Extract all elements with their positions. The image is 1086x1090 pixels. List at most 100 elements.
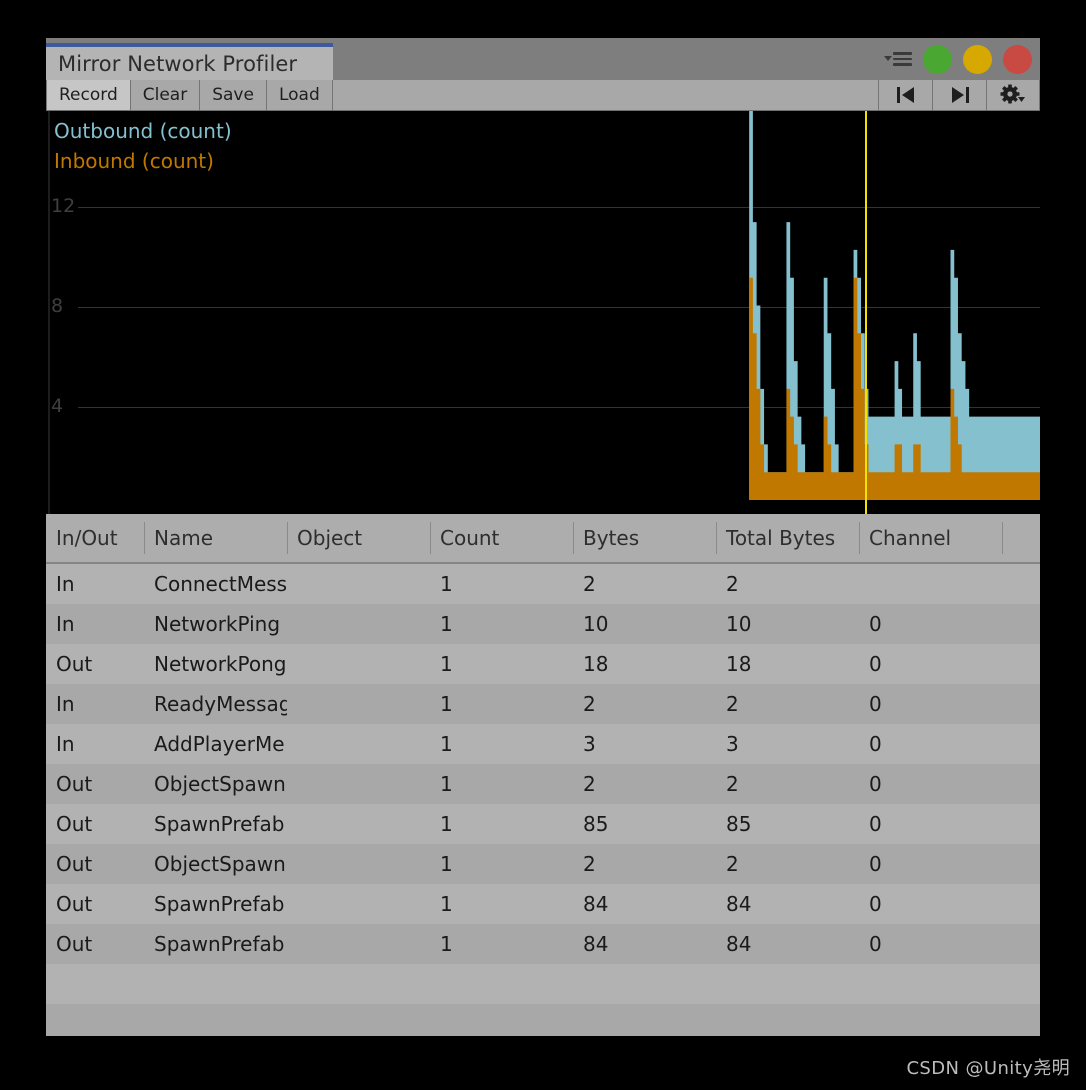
cell-end bbox=[1002, 564, 1040, 604]
cell-end bbox=[1002, 884, 1040, 924]
table-row[interactable]: In ReadyMessag 1 2 2 0 bbox=[46, 684, 1040, 724]
cell-total: 2 bbox=[726, 692, 739, 716]
column-header-inout[interactable]: In/Out bbox=[46, 514, 144, 562]
cell-inout: Out bbox=[56, 652, 93, 676]
cell-inout: Out bbox=[56, 812, 93, 836]
graph-cursor-line[interactable] bbox=[864, 111, 867, 514]
cell-count: 1 bbox=[440, 612, 453, 636]
table-row[interactable]: Out SpawnPrefab 1 84 84 0 bbox=[46, 884, 1040, 924]
profiler-toolbar: Record Clear Save Load bbox=[46, 80, 1040, 111]
hamburger-menu-dropdown-icon[interactable] bbox=[884, 49, 912, 69]
cell-end bbox=[1002, 924, 1040, 964]
cell-name: ReadyMessag bbox=[154, 692, 287, 716]
cell-total: 84 bbox=[726, 892, 752, 916]
table-row[interactable]: Out SpawnPrefab 1 85 85 0 bbox=[46, 804, 1040, 844]
cell-bytes: 84 bbox=[583, 932, 609, 956]
cell-end bbox=[1002, 684, 1040, 724]
cell-total: 2 bbox=[726, 852, 739, 876]
watermark: CSDN @Unity尧明 bbox=[906, 1058, 1070, 1079]
cell-channel: 0 bbox=[869, 692, 882, 716]
cell-inout: Out bbox=[56, 772, 93, 796]
cell-name: NetworkPing bbox=[154, 612, 281, 636]
cell-object bbox=[287, 564, 430, 604]
cell-name: ObjectSpawn bbox=[154, 772, 286, 796]
table-row[interactable]: Out NetworkPong 1 18 18 0 bbox=[46, 644, 1040, 684]
cell-name: ObjectSpawn bbox=[154, 852, 286, 876]
table-empty-row bbox=[46, 1004, 1040, 1036]
cell-bytes: 84 bbox=[583, 892, 609, 916]
cell-inout: In bbox=[56, 692, 75, 716]
cell-count: 1 bbox=[440, 572, 453, 596]
cell-name: SpawnPrefab bbox=[154, 932, 285, 956]
column-header-count[interactable]: Count bbox=[430, 514, 573, 562]
cell-bytes: 18 bbox=[583, 652, 609, 676]
column-header-end[interactable] bbox=[1002, 514, 1040, 562]
record-button[interactable]: Record bbox=[46, 80, 131, 110]
table-row[interactable]: Out ObjectSpawn 1 2 2 0 bbox=[46, 844, 1040, 884]
cell-count: 1 bbox=[440, 692, 453, 716]
cell-bytes: 2 bbox=[583, 852, 596, 876]
cell-bytes: 2 bbox=[583, 692, 596, 716]
next-frame-button[interactable] bbox=[932, 80, 986, 110]
cell-end bbox=[1002, 804, 1040, 844]
column-header-channel[interactable]: Channel bbox=[859, 514, 1002, 562]
cell-end bbox=[1002, 724, 1040, 764]
cell-object bbox=[287, 884, 430, 924]
column-header-total[interactable]: Total Bytes bbox=[716, 514, 859, 562]
previous-frame-button[interactable] bbox=[878, 80, 932, 110]
cell-object bbox=[287, 804, 430, 844]
cell-total: 84 bbox=[726, 932, 752, 956]
cell-object bbox=[287, 604, 430, 644]
cell-object bbox=[287, 684, 430, 724]
cell-channel: 0 bbox=[869, 932, 882, 956]
cell-object bbox=[287, 844, 430, 884]
table-row[interactable]: In AddPlayerMe 1 3 3 0 bbox=[46, 724, 1040, 764]
cell-inout: Out bbox=[56, 852, 93, 876]
network-graph[interactable]: Outbound (count) Inbound (count) 12 8 4 bbox=[46, 111, 1040, 514]
column-header-bytes[interactable]: Bytes bbox=[573, 514, 716, 562]
cell-count: 1 bbox=[440, 852, 453, 876]
cell-bytes: 2 bbox=[583, 772, 596, 796]
red-circle-button[interactable] bbox=[1003, 44, 1032, 74]
cell-name: AddPlayerMe bbox=[154, 732, 285, 756]
profiler-window: Mirror Network Profiler Record Clear Sav… bbox=[46, 38, 1040, 1036]
table-row[interactable]: Out ObjectSpawn 1 2 2 0 bbox=[46, 764, 1040, 804]
table-header-row: In/Out Name Object Count Bytes Total Bytes Cha… bbox=[46, 514, 1040, 564]
cell-object bbox=[287, 764, 430, 804]
column-header-name[interactable]: Name bbox=[144, 514, 287, 562]
column-header-object[interactable]: Object bbox=[287, 514, 430, 562]
cell-bytes: 85 bbox=[583, 812, 609, 836]
cell-channel: 0 bbox=[869, 772, 882, 796]
save-button[interactable]: Save bbox=[200, 80, 267, 110]
cell-inout: In bbox=[56, 572, 75, 596]
yellow-circle-button[interactable] bbox=[963, 44, 992, 74]
load-button[interactable]: Load bbox=[266, 80, 333, 110]
table-body: In ConnectMess 1 2 2 In NetworkPing 1 10 10 0 Out Ne… bbox=[46, 564, 1040, 1036]
table-row[interactable]: Out SpawnPrefab 1 84 84 0 bbox=[46, 924, 1040, 964]
cell-count: 1 bbox=[440, 892, 453, 916]
cell-count: 1 bbox=[440, 812, 453, 836]
table-empty-row bbox=[46, 964, 1040, 1004]
cell-total: 3 bbox=[726, 732, 739, 756]
cell-channel: 0 bbox=[869, 652, 882, 676]
cell-channel: 0 bbox=[869, 892, 882, 916]
table-row[interactable]: In ConnectMess 1 2 2 bbox=[46, 564, 1040, 604]
cell-inout: Out bbox=[56, 892, 93, 916]
cell-channel: 0 bbox=[869, 812, 882, 836]
cell-end bbox=[1002, 604, 1040, 644]
green-circle-button[interactable] bbox=[923, 44, 952, 74]
cell-inout: Out bbox=[56, 932, 93, 956]
cell-end bbox=[1002, 644, 1040, 684]
next-frame-icon bbox=[951, 87, 969, 103]
cell-total: 2 bbox=[726, 572, 739, 596]
screen-root: Mirror Network Profiler Record Clear Sav… bbox=[0, 0, 1086, 1090]
clear-button[interactable]: Clear bbox=[130, 80, 201, 110]
tab-mirror-network-profiler[interactable]: Mirror Network Profiler bbox=[46, 43, 333, 80]
cell-total: 85 bbox=[726, 812, 752, 836]
cell-name: SpawnPrefab bbox=[154, 892, 285, 916]
titlebar-controls bbox=[884, 38, 1032, 80]
settings-button[interactable] bbox=[986, 80, 1040, 110]
table-row[interactable]: In NetworkPing 1 10 10 0 bbox=[46, 604, 1040, 644]
gear-dropdown-icon bbox=[1000, 84, 1025, 104]
